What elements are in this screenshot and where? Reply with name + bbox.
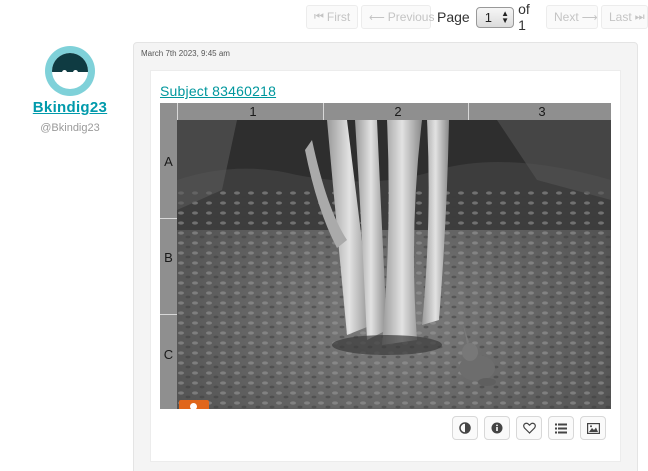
metadata-button[interactable] bbox=[484, 416, 510, 440]
page-select[interactable]: 1 ▲ ▼ bbox=[475, 6, 515, 28]
first-page-label: First bbox=[326, 10, 351, 24]
contrast-icon bbox=[459, 422, 471, 434]
image-toolbar bbox=[452, 416, 606, 440]
next-page-label: Next bbox=[554, 10, 579, 24]
page-select-value: 1 bbox=[484, 9, 492, 25]
source-badge-icon bbox=[179, 400, 209, 409]
previous-page-button[interactable]: ⟵ Previous bbox=[361, 5, 434, 29]
favorite-button[interactable] bbox=[516, 416, 542, 440]
heart-icon bbox=[522, 422, 536, 434]
last-page-label: Last bbox=[609, 10, 632, 24]
last-page-button[interactable]: Last ⏭ bbox=[601, 5, 648, 29]
grid-row-label: B bbox=[164, 250, 173, 265]
arrow-right-icon: ⟶ bbox=[581, 11, 598, 24]
user-handle: @Bkindig23 bbox=[40, 122, 100, 134]
view-image-button[interactable] bbox=[580, 416, 606, 440]
camera-trap-photo[interactable] bbox=[177, 120, 611, 409]
grid-column-label: 1 bbox=[249, 104, 257, 119]
page-count-label: of 1 bbox=[518, 1, 530, 33]
grid-column-label: 3 bbox=[538, 104, 546, 119]
avatar[interactable] bbox=[45, 46, 95, 96]
previous-page-label: Previous bbox=[387, 10, 435, 24]
image-icon bbox=[586, 422, 600, 434]
select-arrows-icon: ▲ ▼ bbox=[501, 9, 510, 25]
next-page-button[interactable]: Next ⟶ bbox=[546, 5, 598, 29]
skip-forward-icon: ⏭ bbox=[634, 10, 645, 23]
page-label: Page bbox=[437, 9, 470, 25]
comment-timestamp: March 7th 2023, 9:45 am bbox=[141, 49, 230, 58]
invert-colors-button[interactable] bbox=[452, 416, 478, 440]
subject-image-frame: 1 2 3 A B C bbox=[160, 103, 611, 409]
avatar-face-icon bbox=[52, 53, 88, 89]
list-icon bbox=[555, 423, 567, 433]
first-page-button[interactable]: ⏮ First bbox=[306, 5, 358, 29]
arrow-left-icon: ⟵ bbox=[369, 11, 385, 24]
subject-link[interactable]: Subject 83460218 bbox=[160, 83, 276, 99]
collections-button[interactable] bbox=[548, 416, 574, 440]
grid-row-label: C bbox=[163, 347, 174, 362]
grid-column-label: 2 bbox=[394, 104, 402, 119]
pagination: ⏮ First ⟵ Previous Page 1 ▲ ▼ of 1 Next ⟶… bbox=[306, 1, 648, 33]
info-icon bbox=[491, 422, 503, 434]
skip-back-icon: ⏮ bbox=[314, 10, 324, 23]
grid-row-label: A bbox=[164, 154, 173, 169]
username-link[interactable]: Bkindig23 bbox=[20, 99, 120, 116]
